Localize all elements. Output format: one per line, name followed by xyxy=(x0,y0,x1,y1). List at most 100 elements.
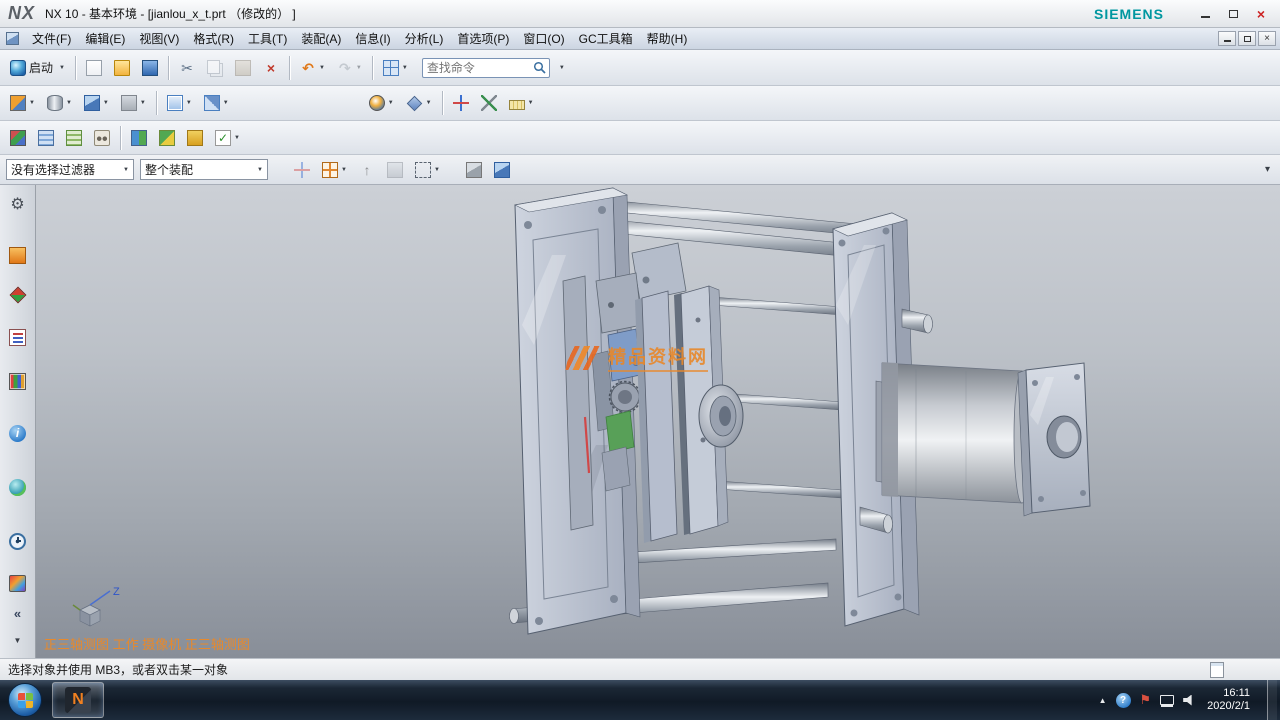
menu-preferences[interactable]: 首选项(P) xyxy=(450,28,516,50)
standard-toolbar: 启动 ▼ ✂ × ↶▼ ↷▼ ▼ ▼ xyxy=(0,50,1280,86)
highlight-solid-button[interactable] xyxy=(461,157,487,183)
doc-restore-button[interactable] xyxy=(1238,31,1256,46)
menu-information[interactable]: 信息(I) xyxy=(348,28,397,50)
internet-explorer-button[interactable]: i xyxy=(4,421,32,445)
search-options-button[interactable]: ▼ xyxy=(551,55,570,81)
new-file-icon xyxy=(86,60,102,76)
selection-filter-select[interactable]: 没有选择过滤器▼ xyxy=(6,159,134,180)
search-icon[interactable] xyxy=(531,59,549,77)
start-menu-button[interactable]: 启动 ▼ xyxy=(5,55,70,81)
layer-settings-button[interactable] xyxy=(33,125,59,151)
doc-close-button[interactable]: × xyxy=(1258,31,1276,46)
cut-button[interactable]: ✂ xyxy=(174,55,200,81)
toolbar-overflow-button[interactable]: ▾ xyxy=(1265,164,1270,175)
menu-view[interactable]: 视图(V) xyxy=(132,28,186,50)
command-search-input[interactable] xyxy=(423,61,531,75)
doc-minimize-button[interactable] xyxy=(1218,31,1236,46)
hidden-icons-button[interactable]: ▲ xyxy=(1099,696,1107,705)
background-button[interactable]: ▼ xyxy=(116,90,151,116)
delete-button[interactable]: × xyxy=(258,55,284,81)
chevron-down-icon: ▼ xyxy=(140,100,146,106)
constraint-navigator-button[interactable] xyxy=(4,283,32,307)
recording-button[interactable] xyxy=(89,125,115,151)
snap-cross-icon xyxy=(453,95,469,111)
assembly-scope-select[interactable]: 整个装配▼ xyxy=(140,159,268,180)
history-button[interactable] xyxy=(4,529,32,553)
render-style-button[interactable]: ▼ xyxy=(42,90,77,116)
add-to-selection-button[interactable]: ▼ xyxy=(317,157,352,183)
cad-model-canvas[interactable] xyxy=(36,185,1280,658)
start-button[interactable] xyxy=(8,683,42,717)
status-message: 选择对象并使用 MB3，或者双击某一对象 xyxy=(8,661,228,678)
reposition-component-button[interactable] xyxy=(154,125,180,151)
menu-gc-toolbox[interactable]: GC工具箱 xyxy=(572,28,640,50)
volume-icon[interactable] xyxy=(1183,695,1196,706)
menu-tools[interactable]: 工具(T) xyxy=(241,28,294,50)
roles-button[interactable]: ⚙ xyxy=(4,193,32,217)
snap-filter-button[interactable] xyxy=(289,157,315,183)
minimize-button[interactable] xyxy=(1192,5,1218,23)
copy-button[interactable] xyxy=(202,55,228,81)
redo-icon: ↷ xyxy=(337,60,353,76)
layer-visible-button[interactable] xyxy=(61,125,87,151)
resource-bar-options-button[interactable]: ▼ xyxy=(4,628,32,652)
locating-ring[interactable] xyxy=(699,385,743,447)
selection-misc-button[interactable] xyxy=(382,157,408,183)
separator xyxy=(168,56,169,80)
network-icon[interactable] xyxy=(1160,695,1174,705)
graphics-window[interactable]: 精品资料网 Z 正三轴测图 工作 摄像机 正三轴测图 xyxy=(36,185,1280,658)
redo-button[interactable]: ↷▼ xyxy=(332,55,367,81)
tray-clock[interactable]: 16:11 2020/2/1 xyxy=(1207,687,1250,713)
minimize-icon xyxy=(1201,16,1210,18)
rectangle-select-button[interactable]: ▼ xyxy=(410,157,445,183)
section-view-button[interactable]: ▼ xyxy=(199,90,234,116)
clock-date: 2020/2/1 xyxy=(1207,700,1250,713)
shaded-display-button[interactable]: ▼ xyxy=(79,90,114,116)
menu-file[interactable]: 文件(F) xyxy=(25,28,78,50)
move-component-button[interactable] xyxy=(5,125,31,151)
collapse-button[interactable]: « xyxy=(4,601,32,625)
separator xyxy=(372,56,373,80)
constraint-navigator-icon xyxy=(9,287,26,304)
undo-button[interactable]: ↶▼ xyxy=(295,55,330,81)
siemens-brand: SIEMENS xyxy=(1094,6,1164,22)
check-mate-button[interactable]: ✓▼ xyxy=(210,125,245,151)
highlight-shaded-button[interactable] xyxy=(489,157,515,183)
gearbox-flange[interactable] xyxy=(1018,363,1090,516)
show-desktop-button[interactable] xyxy=(1267,680,1277,720)
assembly-constraints-button[interactable] xyxy=(126,125,152,151)
view-orientation-button[interactable]: ▼ xyxy=(5,90,40,116)
open-file-button[interactable] xyxy=(109,55,135,81)
menu-window[interactable]: 窗口(O) xyxy=(516,28,571,50)
menu-format[interactable]: 格式(R) xyxy=(186,28,241,50)
new-file-button[interactable] xyxy=(81,55,107,81)
web-browser-button[interactable] xyxy=(4,475,32,499)
part-navigator-button[interactable] xyxy=(4,325,32,349)
true-shading-button[interactable]: ▼ xyxy=(364,90,399,116)
reuse-library-button[interactable] xyxy=(4,369,32,393)
menu-assemblies[interactable]: 装配(A) xyxy=(294,28,348,50)
nx-logo: NX xyxy=(8,3,35,24)
paste-button[interactable] xyxy=(230,55,256,81)
menu-edit[interactable]: 编辑(E) xyxy=(78,28,132,50)
window-layout-button[interactable]: ▼ xyxy=(378,55,413,81)
assembly-navigator-button[interactable] xyxy=(4,243,32,267)
measure-button[interactable]: ▼ xyxy=(504,90,539,116)
wave-geometry-button[interactable] xyxy=(182,125,208,151)
close-button[interactable]: × xyxy=(1248,5,1274,23)
snap-point-button[interactable] xyxy=(448,90,474,116)
snap-intersection-button[interactable] xyxy=(476,90,502,116)
help-tray-icon[interactable]: ? xyxy=(1116,693,1131,708)
menu-help[interactable]: 帮助(H) xyxy=(640,28,695,50)
vector-button[interactable]: ▼ xyxy=(401,90,437,116)
taskbar-nx-app-button[interactable]: N xyxy=(52,682,104,718)
maximize-button[interactable] xyxy=(1220,5,1246,23)
select-parent-button[interactable]: ↑ xyxy=(354,157,380,183)
system-tools-button[interactable] xyxy=(4,571,32,595)
clip-section-button[interactable]: ▼ xyxy=(162,90,197,116)
menu-analysis[interactable]: 分析(L) xyxy=(398,28,451,50)
save-button[interactable] xyxy=(137,55,163,81)
motor-cylinder[interactable] xyxy=(876,362,1030,503)
status-page-icon[interactable] xyxy=(1210,662,1224,678)
action-center-icon[interactable]: ⚑ xyxy=(1140,693,1152,707)
